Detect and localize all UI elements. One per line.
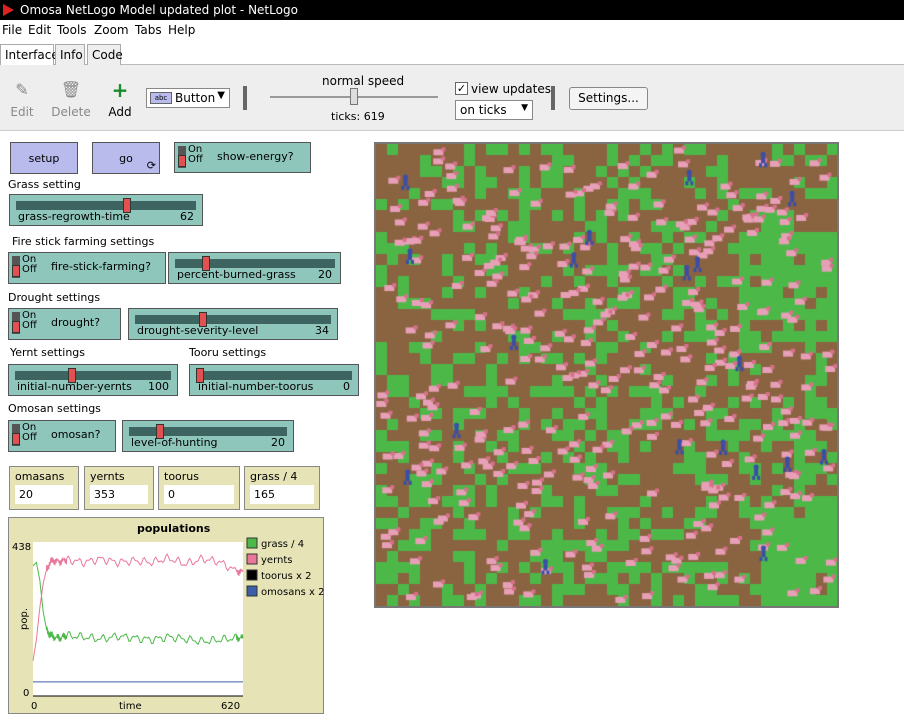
switch-knob — [12, 433, 20, 445]
toorus-monitor: toorus 0 — [158, 466, 240, 510]
title-bar: Omosa NetLogo Model updated plot - NetLo… — [0, 0, 904, 20]
tooru-settings-label: Tooru settings — [189, 346, 267, 359]
plot-svg: populations 438 0 0 620 time pop. grass … — [12, 522, 325, 712]
yernts-monitor: yernts 353 — [84, 466, 154, 510]
view-updates-checkbox[interactable]: ✓ — [455, 82, 468, 95]
initial-number-toorus-slider[interactable]: initial-number-toorus 0 — [189, 364, 359, 396]
dropdown-arrow-icon: ▼ — [217, 90, 225, 101]
y-axis-label: pop. — [19, 608, 30, 630]
update-mode-select[interactable]: on ticks ▼ — [455, 100, 533, 120]
level-of-hunting-slider[interactable]: level-of-hunting 20 — [122, 420, 294, 452]
plot-area — [33, 542, 243, 696]
plot-legend: grass / 4 yernts toorus x 2 omosans x 2 — [246, 537, 325, 598]
populations-plot: populations 438 0 0 620 time pop. grass … — [8, 517, 325, 714]
menu-tools[interactable]: Tools — [57, 23, 87, 37]
x-max-label: 620 — [221, 701, 240, 712]
delete-button[interactable]: 🗑 Delete — [51, 80, 91, 119]
drought-switch[interactable]: On Off drought? — [8, 308, 121, 340]
drought-severity-level-slider[interactable]: drought-severity-level 34 — [128, 308, 338, 340]
trash-icon: 🗑 — [60, 80, 82, 99]
show-energy-switch[interactable]: On Off show-energy? — [174, 142, 311, 173]
switch-knob — [178, 155, 186, 167]
settings-button[interactable]: Settings... — [569, 87, 648, 110]
toolbar-separator — [243, 86, 247, 110]
world-view[interactable] — [374, 142, 839, 608]
menu-file[interactable]: File — [2, 23, 22, 37]
world-canvas[interactable] — [376, 144, 837, 606]
setup-button[interactable]: setup — [10, 142, 78, 174]
initial-number-yernts-slider[interactable]: initial-number-yernts 100 — [8, 364, 178, 396]
yernt-settings-label: Yernt settings — [10, 346, 86, 359]
percent-burned-grass-slider[interactable]: percent-burned-grass 20 — [168, 252, 341, 284]
y-max-label: 438 — [12, 542, 31, 553]
fire-settings-label: Fire stick farming settings — [12, 235, 155, 248]
dropdown-arrow-icon: ▼ — [521, 103, 528, 113]
tab-code[interactable]: Code — [87, 44, 123, 65]
forever-icon: ⟳ — [146, 159, 156, 172]
edit-button[interactable]: ✎ Edit — [2, 80, 42, 119]
legend-label: yernts — [261, 555, 292, 566]
drought-settings-label: Drought settings — [8, 291, 101, 304]
x-min-label: 0 — [31, 701, 37, 712]
legend-swatch — [246, 553, 258, 565]
window-title: Omosa NetLogo Model updated plot - NetLo… — [20, 3, 298, 17]
view-updates-label: view updates — [471, 82, 551, 96]
speed-slider-handle[interactable] — [350, 88, 358, 105]
speed-label: normal speed — [322, 74, 405, 88]
pencil-icon: ✎ — [15, 80, 29, 99]
menu-tabs[interactable]: Tabs — [135, 23, 162, 37]
legend-label: toorus x 2 — [261, 571, 311, 582]
legend-swatch — [246, 537, 258, 549]
grass-setting-label: Grass setting — [8, 178, 81, 191]
omosan-switch[interactable]: On Off omosan? — [8, 420, 116, 452]
menu-zoom[interactable]: Zoom — [94, 23, 129, 37]
plot-title: populations — [137, 522, 211, 535]
legend-swatch — [246, 585, 258, 597]
legend-label: grass / 4 — [261, 539, 304, 550]
tab-interface[interactable]: Interface — [0, 44, 59, 66]
plus-icon: + — [111, 78, 129, 102]
menu-bar: File Edit Tools Zoom Tabs Help — [0, 20, 904, 40]
widget-type-select[interactable]: abc Button ▼ — [146, 88, 230, 108]
switch-knob — [12, 265, 20, 277]
go-button[interactable]: go ⟳ — [92, 142, 160, 174]
omosan-settings-label: Omosan settings — [8, 402, 101, 415]
x-axis-label: time — [119, 701, 142, 712]
legend-swatch — [246, 569, 258, 581]
y-min-label: 0 — [23, 688, 29, 699]
grass-monitor: grass / 4 165 — [244, 466, 320, 510]
button-widget-icon: abc — [150, 92, 172, 104]
fire-stick-farming-switch[interactable]: On Off fire-stick-farming? — [8, 252, 166, 284]
menu-edit[interactable]: Edit — [28, 23, 51, 37]
switch-knob — [12, 321, 20, 333]
toolbar-separator — [551, 86, 555, 110]
grass-regrowth-time-slider[interactable]: grass-regrowth-time 62 — [9, 194, 203, 226]
add-button[interactable]: + Add — [100, 80, 140, 119]
tab-info[interactable]: Info — [55, 44, 85, 65]
legend-label: omosans x 2 — [261, 587, 325, 598]
omasans-monitor: omasans 20 — [9, 466, 79, 510]
ticks-counter: ticks: 619 — [331, 110, 385, 123]
netlogo-logo-icon — [3, 4, 14, 16]
tab-strip: Interface Info Code — [0, 41, 904, 66]
menu-help[interactable]: Help — [168, 23, 195, 37]
